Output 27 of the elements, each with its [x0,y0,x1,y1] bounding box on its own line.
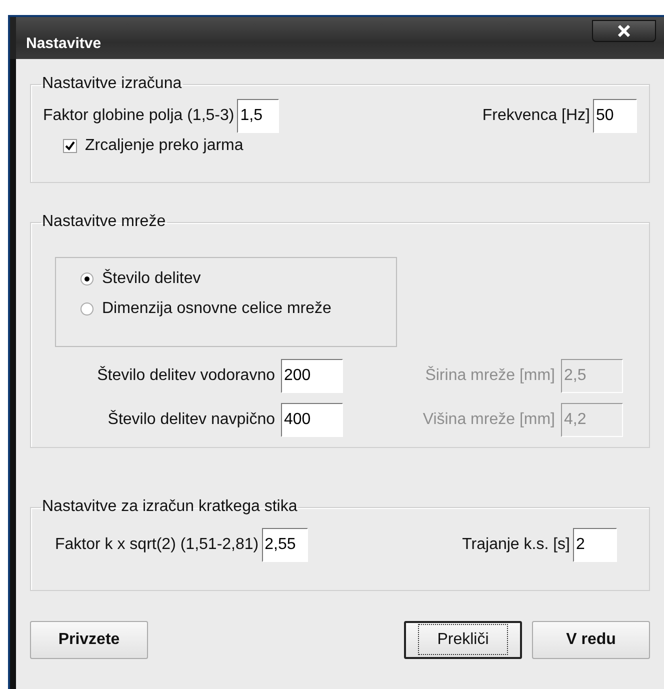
field-label: Trajanje k.s. [s] [462,536,570,554]
window-title: Nastavitve [26,34,102,52]
close-button[interactable] [592,20,656,42]
dialog-button[interactable]: Prekliči [404,621,522,659]
field-label: Višina mreže [mm] [422,411,555,429]
dialog-button[interactable]: V redu [532,621,650,659]
group-title: Nastavitve za izračun kratkega stika [41,498,298,516]
field-label: Širina mreže [mm] [424,367,555,385]
group-title: Nastavitve izračuna [41,75,183,93]
radio-option[interactable]: Število delitev [80,270,396,288]
checkbox-icon [63,139,77,153]
dialog-button[interactable]: Privzete [30,621,148,659]
field-label: Faktor globine polja (1,5-3) [43,107,234,125]
text-field[interactable]: 2 [573,528,617,562]
checkbox[interactable]: Zrcaljenje preko jarma [63,137,637,155]
close-icon [617,25,631,37]
field-label: Frekvenca [Hz] [482,107,590,125]
text-field[interactable]: 2,55 [262,528,308,562]
text-field[interactable]: 400 [281,403,343,437]
text-field[interactable]: 50 [593,99,637,133]
field-label: Število delitev vodoravno [96,367,275,385]
radio-option[interactable]: Dimenzija osnovne celice mreže [80,300,396,318]
text-field[interactable]: 1,5 [237,99,280,133]
field-label: Faktor k x sqrt(2) (1,51-2,81) [55,536,259,554]
field-label: Število delitev navpično [106,411,275,429]
group-title: Nastavitve mreže [41,213,167,231]
text-field[interactable]: 200 [281,359,343,393]
